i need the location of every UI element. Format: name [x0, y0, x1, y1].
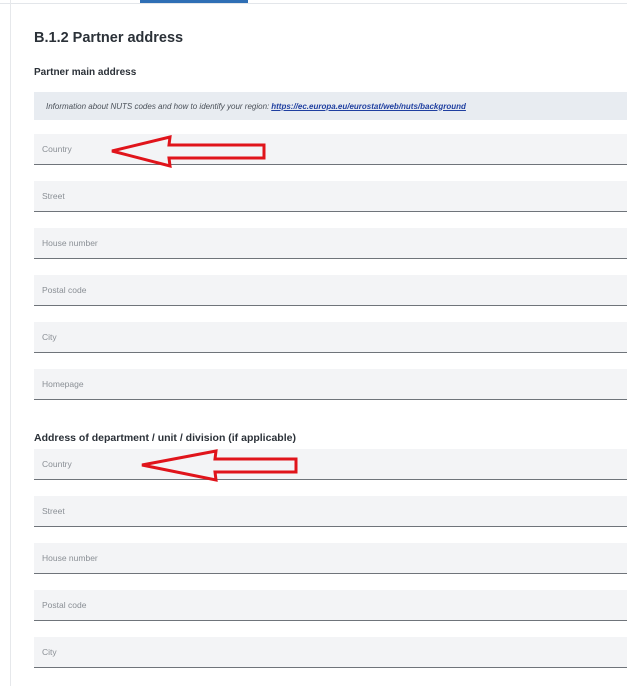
- department-country-input[interactable]: [42, 449, 627, 479]
- nuts-info-text: Information about NUTS codes and how to …: [46, 101, 270, 111]
- department-country-field[interactable]: [34, 449, 627, 480]
- main-house-number-input[interactable]: [42, 228, 627, 258]
- main-address-heading: Partner main address: [34, 67, 137, 78]
- page-title: B.1.2 Partner address: [34, 30, 184, 46]
- department-house-number-input[interactable]: [42, 543, 627, 573]
- main-city-input[interactable]: [42, 322, 627, 352]
- main-street-field[interactable]: [34, 181, 627, 212]
- main-homepage-input[interactable]: [42, 369, 627, 399]
- nuts-info-box: Information about NUTS codes and how to …: [34, 92, 627, 120]
- top-divider: [0, 3, 627, 4]
- department-street-field[interactable]: [34, 496, 627, 527]
- department-city-field[interactable]: [34, 637, 627, 668]
- main-homepage-field[interactable]: [34, 369, 627, 400]
- red-arrow-icon: [111, 135, 266, 169]
- main-street-input[interactable]: [42, 181, 627, 211]
- left-divider: [10, 0, 11, 686]
- main-postal-code-field[interactable]: [34, 275, 627, 306]
- department-address-heading: Address of department / unit / division …: [34, 432, 296, 444]
- main-house-number-field[interactable]: [34, 228, 627, 259]
- department-house-number-field[interactable]: [34, 543, 627, 574]
- red-arrow-icon: [141, 449, 298, 482]
- department-postal-code-field[interactable]: [34, 590, 627, 621]
- department-postal-code-input[interactable]: [42, 590, 627, 620]
- main-postal-code-input[interactable]: [42, 275, 627, 305]
- department-city-input[interactable]: [42, 637, 627, 667]
- nuts-info-link[interactable]: https://ec.europa.eu/eurostat/web/nuts/b…: [271, 102, 466, 111]
- department-street-input[interactable]: [42, 496, 627, 526]
- main-city-field[interactable]: [34, 322, 627, 353]
